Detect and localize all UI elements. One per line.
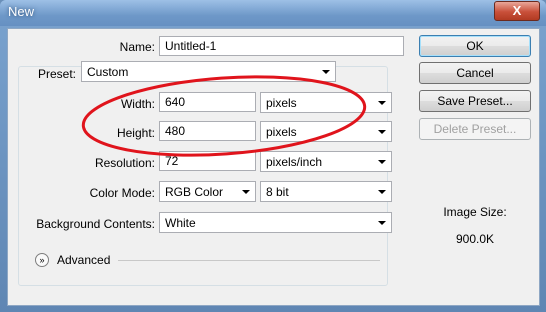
- dialog-body: Name: Untitled-1 Preset: Custom Width: 6…: [7, 28, 540, 306]
- annotation-overlay: [81, 75, 367, 157]
- title-bar[interactable]: New X: [0, 0, 546, 26]
- dialog-window: New X Name: Untitled-1 Preset: Custom Wi…: [0, 0, 546, 312]
- close-icon: X: [512, 3, 522, 18]
- window-title: New: [8, 4, 35, 19]
- red-highlight-ellipse: [81, 75, 367, 157]
- close-button[interactable]: X: [494, 1, 540, 21]
